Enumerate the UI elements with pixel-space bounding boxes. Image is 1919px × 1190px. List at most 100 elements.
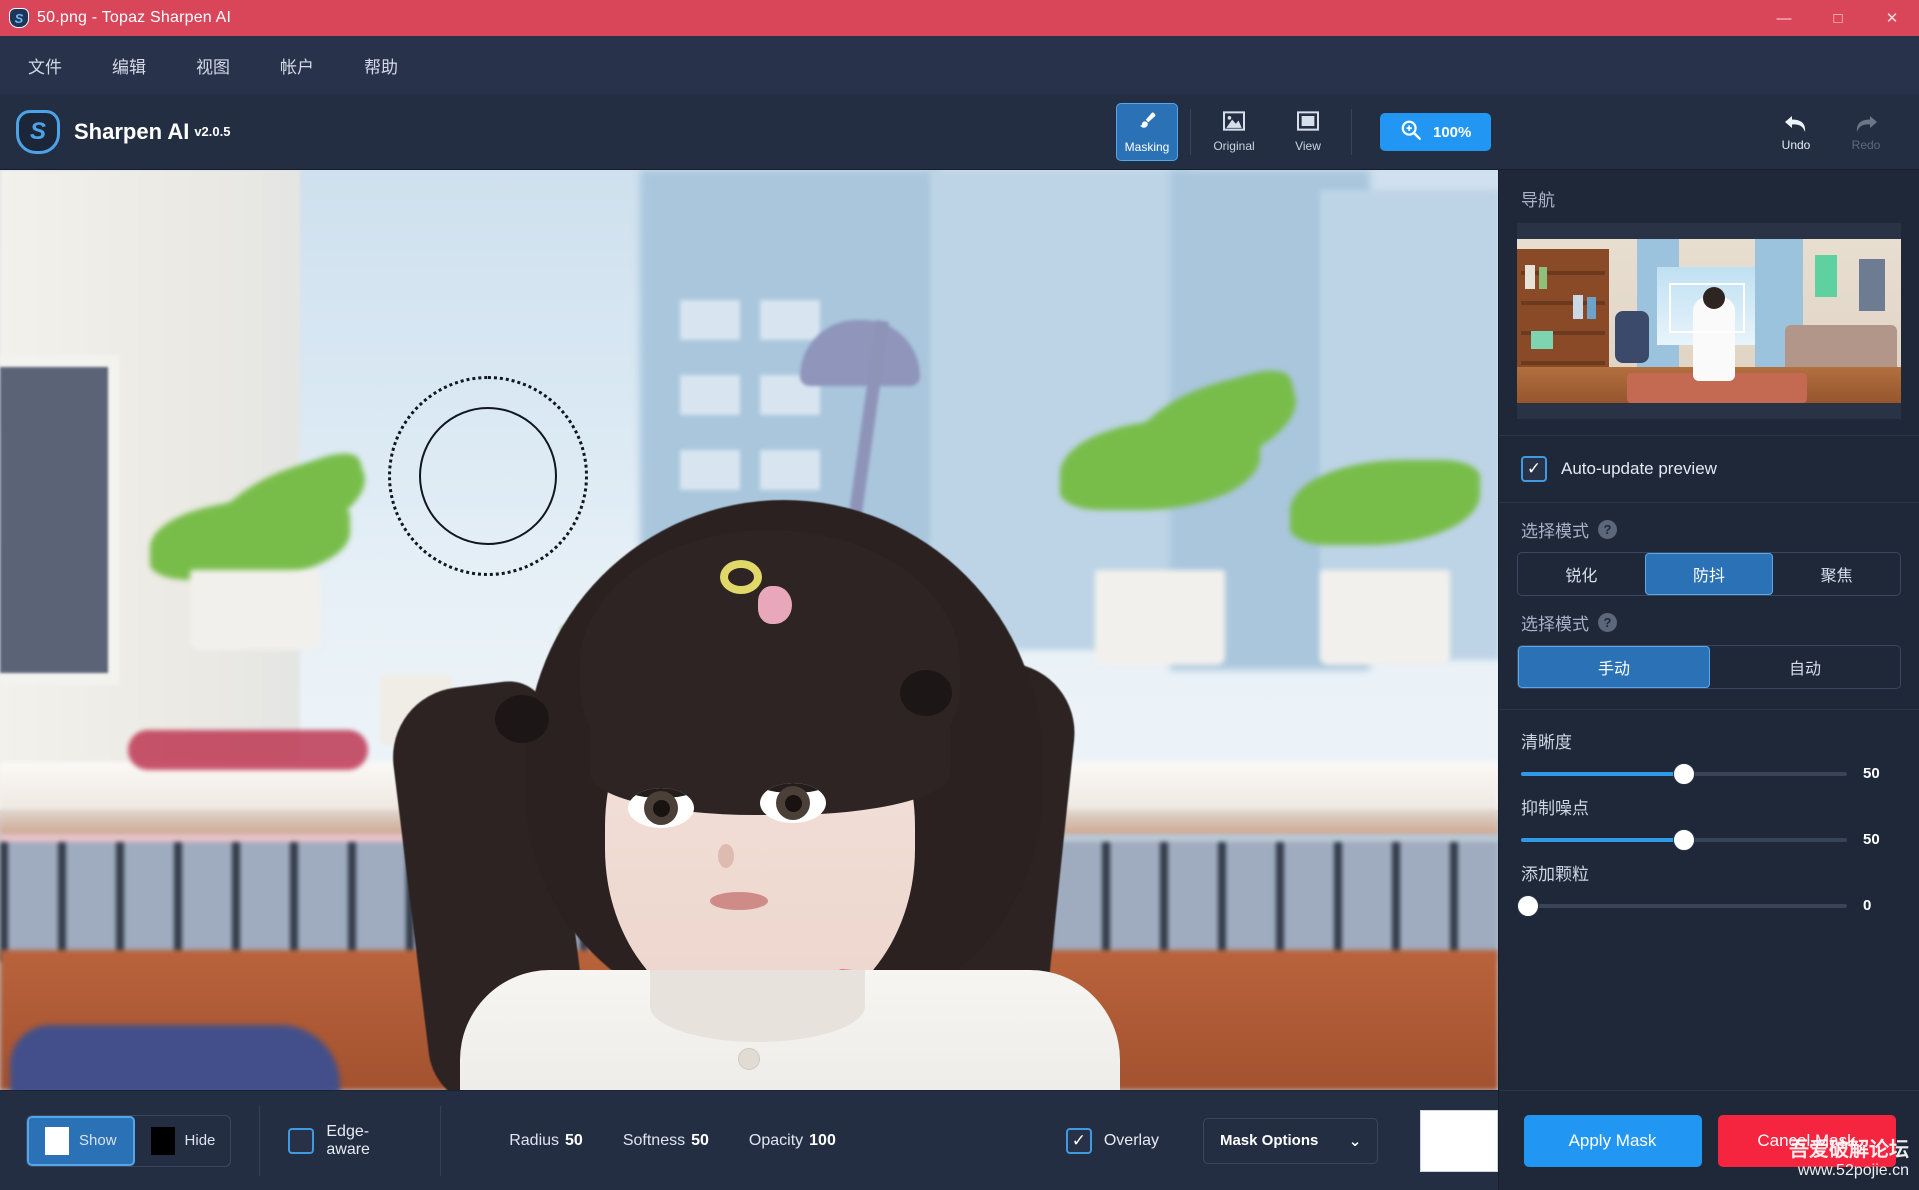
mode-option-manual[interactable]: 手动 (1518, 646, 1710, 688)
radius-param[interactable]: Radius50 (509, 1132, 583, 1150)
show-brush-button[interactable]: Show (27, 1116, 135, 1166)
softness-value: 50 (691, 1132, 709, 1149)
menu-item-file[interactable]: 文件 (10, 45, 80, 86)
slider-grain-value: 0 (1863, 897, 1897, 914)
slider-grain-track[interactable] (1521, 904, 1847, 908)
cancel-mask-button[interactable]: Cancel Mask (1718, 1115, 1896, 1167)
right-panel: 导航 (1498, 170, 1919, 1190)
opacity-label: Opacity (749, 1132, 803, 1149)
app-logo-icon: S (9, 8, 29, 28)
menu-item-help[interactable]: 帮助 (346, 45, 416, 86)
auto-update-checkbox[interactable]: ✓ (1521, 456, 1547, 482)
model-option-sharpen[interactable]: 锐化 (1518, 553, 1645, 595)
redo-button[interactable]: Redo (1831, 104, 1901, 160)
model-section-label: 选择模式 (1521, 517, 1589, 542)
chevron-down-icon: ⌄ (1349, 1132, 1362, 1150)
photo-content (0, 170, 1498, 1090)
adjustment-sliders: 清晰度 50 抑制噪点 50 (1499, 709, 1919, 936)
tab-view-label: View (1295, 139, 1321, 153)
toolbar-divider-3 (259, 1106, 260, 1176)
slider-noise-value: 50 (1863, 831, 1897, 848)
brand-version: v2.0.5 (194, 124, 230, 139)
model-option-stabilize[interactable]: 防抖 (1645, 553, 1774, 595)
mask-toolbar: Show Hide ✓ Edge-aware Radius50 Softness… (0, 1090, 1498, 1190)
mode-segmented-control: 手动 自动 (1517, 645, 1901, 689)
tab-view[interactable]: View (1277, 103, 1339, 161)
undo-redo-group: Undo Redo (1761, 94, 1901, 170)
opacity-param[interactable]: Opacity100 (749, 1132, 836, 1150)
slider-clarity-track[interactable] (1521, 772, 1847, 776)
window-title: 50.png - Topaz Sharpen AI (37, 9, 231, 27)
redo-icon (1853, 113, 1879, 138)
slider-grain-knob[interactable] (1518, 896, 1538, 916)
minimize-icon[interactable]: — (1757, 0, 1811, 36)
navigator-box[interactable] (1517, 223, 1901, 419)
app-header: S Sharpen AI v2.0.5 Masking (0, 94, 1919, 170)
sharpen-ai-logo-icon: S (16, 110, 60, 154)
app-window: S 50.png - Topaz Sharpen AI — □ ✕ 文件 编辑 … (0, 0, 1919, 1190)
hide-brush-button[interactable]: Hide (135, 1116, 232, 1166)
mode-option-auto[interactable]: 自动 (1710, 646, 1900, 688)
black-swatch-icon (151, 1127, 175, 1155)
radius-value: 50 (565, 1132, 583, 1149)
slider-noise-knob[interactable] (1674, 830, 1694, 850)
slider-grain: 添加颗粒 0 (1499, 860, 1919, 914)
undo-label: Undo (1782, 138, 1811, 152)
tab-original[interactable]: Original (1203, 103, 1265, 161)
white-swatch-icon (45, 1127, 69, 1155)
toolbar-divider-1 (1190, 109, 1191, 155)
auto-update-section: ✓ Auto-update preview (1499, 435, 1919, 502)
menu-bar: 文件 编辑 视图 帐户 帮助 (0, 36, 1919, 94)
edge-aware-group: ✓ Edge-aware (288, 1123, 412, 1159)
slider-clarity-label: 清晰度 (1521, 728, 1897, 753)
model-section: 选择模式 ? 锐化 防抖 聚焦 选择模式 ? 手动 自动 (1499, 502, 1919, 689)
show-label: Show (79, 1132, 117, 1149)
slider-clarity: 清晰度 50 (1499, 728, 1919, 782)
menu-item-account[interactable]: 帐户 (262, 45, 332, 86)
zoom-level-label: 100% (1433, 124, 1471, 141)
overlay-group: ✓ Overlay (1066, 1128, 1159, 1154)
overlay-label: Overlay (1104, 1132, 1159, 1150)
mask-options-dropdown[interactable]: Mask Options ⌄ (1203, 1118, 1378, 1164)
apply-mask-button[interactable]: Apply Mask (1524, 1115, 1702, 1167)
mask-preview-swatch[interactable] (1420, 1110, 1498, 1172)
scene-blue-chair (10, 1025, 340, 1090)
edge-aware-checkbox[interactable]: ✓ (288, 1128, 314, 1154)
model-section-label-row: 选择模式 ? (1499, 503, 1919, 552)
scene-red-object (128, 730, 368, 770)
panel-footer: Apply Mask Cancel Mask (1499, 1090, 1919, 1190)
tab-masking[interactable]: Masking (1116, 103, 1178, 161)
maximize-icon[interactable]: □ (1811, 0, 1865, 36)
close-icon[interactable]: ✕ (1865, 0, 1919, 36)
hide-label: Hide (185, 1132, 216, 1149)
brand-name: Sharpen AI (74, 119, 189, 145)
auto-update-label: Auto-update preview (1561, 459, 1717, 479)
navigator-viewport[interactable] (1669, 283, 1745, 333)
image-canvas[interactable]: Preview (0, 170, 1498, 1090)
zoom-level-button[interactable]: 100% (1380, 113, 1491, 151)
brush-icon (1136, 110, 1158, 135)
model-option-focus[interactable]: 聚焦 (1773, 553, 1900, 595)
undo-button[interactable]: Undo (1761, 104, 1831, 160)
menu-item-view[interactable]: 视图 (178, 45, 248, 86)
title-bar: S 50.png - Topaz Sharpen AI — □ ✕ (0, 0, 1919, 36)
menu-item-edit[interactable]: 编辑 (94, 45, 164, 86)
auto-update-row: ✓ Auto-update preview (1499, 436, 1919, 502)
brand: S Sharpen AI v2.0.5 (16, 110, 230, 154)
header-tools: Masking Original (1110, 94, 1491, 170)
slider-noise: 抑制噪点 50 (1499, 794, 1919, 848)
slider-clarity-knob[interactable] (1674, 764, 1694, 784)
overlay-checkbox[interactable]: ✓ (1066, 1128, 1092, 1154)
mask-options-label: Mask Options (1220, 1132, 1318, 1149)
slider-clarity-value: 50 (1863, 765, 1897, 782)
softness-param[interactable]: Softness50 (623, 1132, 709, 1150)
help-icon-model[interactable]: ? (1598, 520, 1617, 539)
mode-section-label: 选择模式 (1521, 610, 1589, 635)
tab-masking-label: Masking (1125, 140, 1170, 154)
view-split-icon (1297, 111, 1319, 134)
slider-noise-track[interactable] (1521, 838, 1847, 842)
navigator-title: 导航 (1499, 170, 1919, 219)
model-segmented-control: 锐化 防抖 聚焦 (1517, 552, 1901, 596)
help-icon-mode[interactable]: ? (1598, 613, 1617, 632)
navigator-thumbnail[interactable] (1517, 239, 1901, 403)
